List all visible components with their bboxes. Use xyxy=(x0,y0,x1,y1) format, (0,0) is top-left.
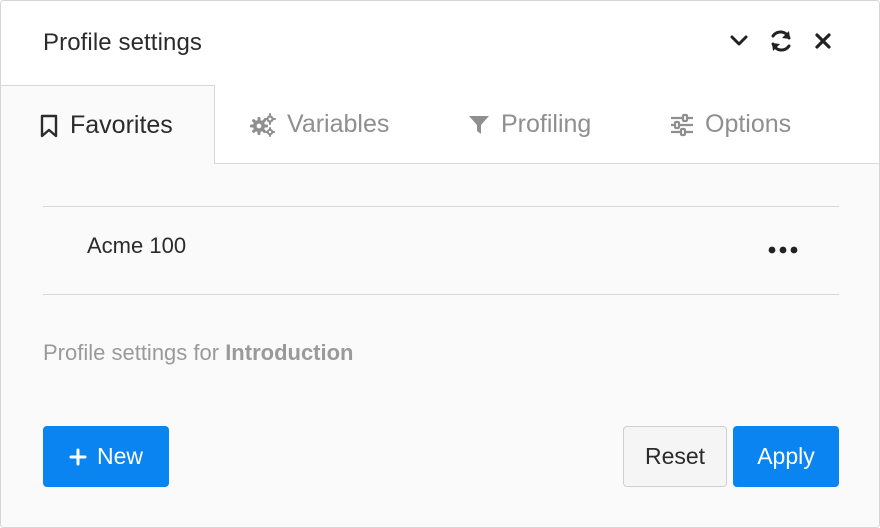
tab-profiling[interactable]: Profiling xyxy=(467,85,591,164)
tab-profiling-label: Profiling xyxy=(501,110,592,138)
description-prefix: Profile settings for xyxy=(43,340,226,365)
plus-icon xyxy=(69,448,87,465)
description-target: Introduction xyxy=(225,340,354,365)
reset-button[interactable]: Reset xyxy=(623,426,727,487)
more-options-button[interactable] xyxy=(767,238,799,262)
tab-bar: Favorites Variables Profiling Options xyxy=(1,85,879,165)
favorite-name: Acme 100 xyxy=(87,233,187,258)
dialog-header: Profile settings xyxy=(1,1,879,86)
filter-icon xyxy=(469,115,489,134)
favorites-panel: Acme 100 Profile settings for Introducti… xyxy=(1,164,879,527)
gears-icon xyxy=(250,112,276,137)
chevron-down-icon xyxy=(730,35,748,46)
refresh-button[interactable] xyxy=(767,27,795,55)
favorites-list: Acme 100 xyxy=(43,206,839,295)
profile-settings-dialog: Profile settings Favorites Variables Pro… xyxy=(0,0,880,528)
new-button-label: New xyxy=(96,443,143,469)
collapse-button[interactable] xyxy=(725,27,753,55)
list-item[interactable]: Acme 100 xyxy=(43,207,839,295)
tab-variables-label: Variables xyxy=(287,110,390,138)
close-button[interactable] xyxy=(809,27,837,55)
new-button[interactable]: New xyxy=(43,426,169,487)
tab-favorites[interactable]: Favorites xyxy=(1,85,215,165)
ellipsis-icon xyxy=(768,246,798,254)
tab-options-label: Options xyxy=(705,110,792,138)
sliders-icon xyxy=(671,113,693,136)
tab-variables[interactable]: Variables xyxy=(249,85,389,164)
tab-options[interactable]: Options xyxy=(669,85,791,164)
bookmark-icon xyxy=(40,114,58,137)
apply-button[interactable]: Apply xyxy=(733,426,839,487)
close-icon xyxy=(815,33,831,49)
tab-favorites-label: Favorites xyxy=(70,111,173,139)
profile-description: Profile settings for Introduction xyxy=(43,340,354,366)
refresh-icon xyxy=(771,30,791,52)
dialog-title: Profile settings xyxy=(43,29,203,56)
